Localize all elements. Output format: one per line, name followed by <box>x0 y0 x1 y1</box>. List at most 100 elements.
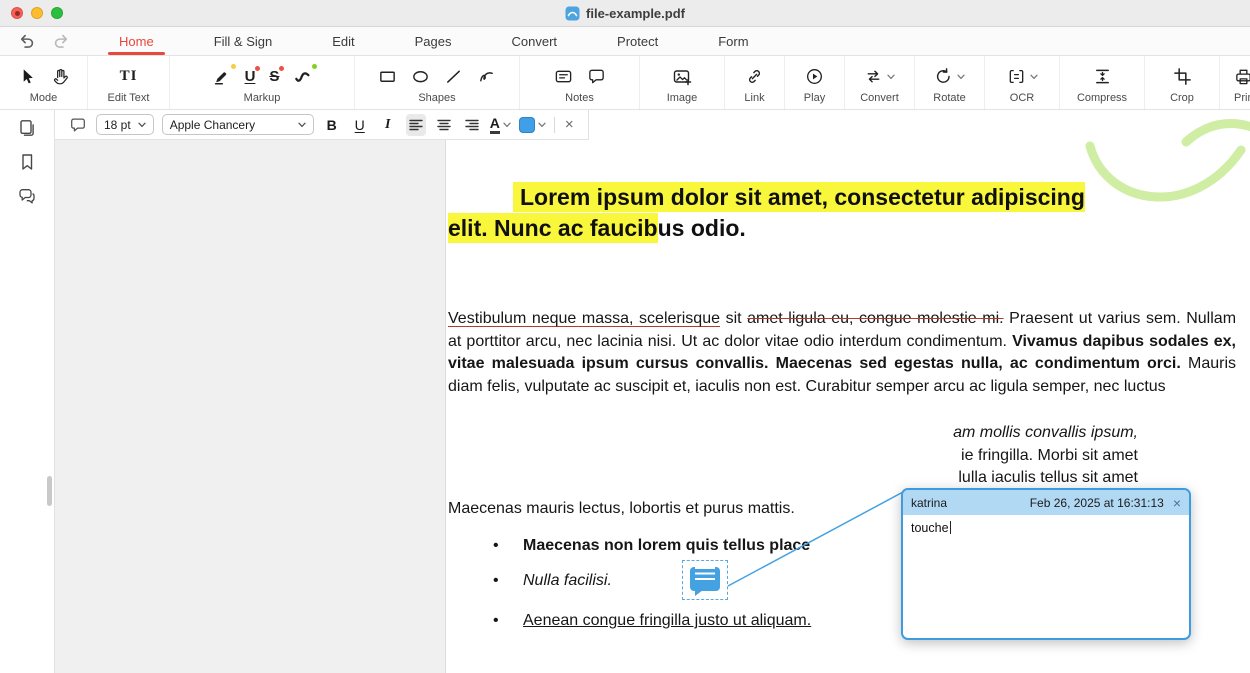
thumbnails-panel-button[interactable] <box>13 115 41 141</box>
strikethrough-markup-button[interactable]: S <box>269 69 279 84</box>
oval-shape-button[interactable] <box>411 67 430 86</box>
text-caret <box>950 521 952 534</box>
comment-text: touche <box>911 521 949 535</box>
italic-button[interactable]: I <box>378 114 398 136</box>
tab-form[interactable]: Form <box>715 27 751 55</box>
note-tool-button[interactable] <box>68 114 88 136</box>
group-label-markup: Markup <box>244 92 281 104</box>
tab-bar: Home Fill & Sign Edit Pages Convert Prot… <box>0 27 1250 56</box>
group-notes: Notes <box>520 56 640 109</box>
color-swatch <box>519 117 535 133</box>
fill-color-button[interactable] <box>519 117 546 133</box>
chevron-down-icon <box>957 74 965 80</box>
group-label-image: Image <box>667 92 698 104</box>
tab-protect[interactable]: Protect <box>614 27 661 55</box>
list-item: • Nulla facilisi. <box>448 572 612 590</box>
edit-text-button[interactable]: TI <box>120 69 138 84</box>
link-icon <box>745 67 764 86</box>
hand-mode-button[interactable] <box>51 67 70 86</box>
text-fragment: ie fringilla. Morbi sit amet <box>876 447 1138 465</box>
sidebar-resize-handle[interactable] <box>47 476 52 506</box>
strikethrough-annotated-text: amet ligula eu, congue molestie mi. <box>747 310 1003 327</box>
green-ink-annotation[interactable] <box>1078 118 1250 228</box>
align-left-button[interactable] <box>406 114 426 136</box>
underline-button[interactable]: U <box>350 114 370 136</box>
group-compress: Compress <box>1060 56 1145 109</box>
ribbon-tabs: Home Fill & Sign Edit Pages Convert Prot… <box>116 27 752 55</box>
window-title-text: file-example.pdf <box>586 6 685 21</box>
pdf-page: Lorem ipsum dolor sit amet, consectetur … <box>445 110 1250 673</box>
text-note-button[interactable] <box>554 67 573 86</box>
bold-button[interactable]: B <box>322 114 342 136</box>
compress-button[interactable] <box>1093 67 1112 86</box>
undo-button[interactable] <box>15 30 37 52</box>
chevron-down-icon <box>538 122 546 128</box>
group-label-notes: Notes <box>565 92 594 104</box>
group-label-mode: Mode <box>30 92 58 104</box>
group-markup: U S Markup <box>170 56 355 109</box>
comment-popup: katrina Feb 26, 2025 at 16:31:13 × touch… <box>901 488 1191 640</box>
history-buttons <box>15 27 72 55</box>
insert-link-button[interactable] <box>745 67 764 86</box>
comments-panel-button[interactable] <box>13 183 41 209</box>
tab-pages[interactable]: Pages <box>412 27 455 55</box>
zoom-window-button[interactable] <box>51 7 63 19</box>
pointer-mode-button[interactable] <box>18 67 37 86</box>
rotate-button[interactable] <box>934 67 965 86</box>
marker-swoosh-icon <box>293 67 312 86</box>
tab-home[interactable]: Home <box>116 27 157 55</box>
align-center-button[interactable] <box>434 114 454 136</box>
comment-author: katrina <box>911 496 947 510</box>
play-icon <box>805 67 824 86</box>
highlight-button[interactable] <box>212 67 231 86</box>
tab-edit[interactable]: Edit <box>329 27 357 55</box>
highlight-color-dot <box>231 64 236 69</box>
font-size-dropdown[interactable]: 18 pt <box>96 114 154 135</box>
minimize-window-button[interactable] <box>31 7 43 19</box>
note-annotation-selected[interactable] <box>682 560 728 600</box>
group-image: Image <box>640 56 725 109</box>
redo-icon <box>52 32 71 51</box>
underline-markup-button[interactable]: U <box>245 69 256 84</box>
content-area: Lorem ipsum dolor sit amet, consectetur … <box>0 110 1250 673</box>
comment-bubble-icon <box>69 116 87 134</box>
underline-color-dot <box>255 66 260 71</box>
convert-button[interactable] <box>864 67 895 86</box>
close-format-bar-button[interactable]: × <box>563 116 576 133</box>
comment-popup-header[interactable]: katrina Feb 26, 2025 at 16:31:13 × <box>903 490 1189 515</box>
chevron-down-icon <box>298 122 306 128</box>
bookmark-icon <box>17 152 37 172</box>
group-label-compress: Compress <box>1077 92 1127 104</box>
group-link: Link <box>725 56 785 109</box>
align-right-icon <box>464 117 480 133</box>
line-shape-button[interactable] <box>444 67 463 86</box>
comment-note-button[interactable] <box>587 67 606 86</box>
group-play: Play <box>785 56 845 109</box>
rectangle-shape-button[interactable] <box>378 67 397 86</box>
group-label-shapes: Shapes <box>418 92 455 104</box>
group-mode: Mode <box>0 56 88 109</box>
comment-text-area[interactable]: touche <box>903 515 1189 541</box>
print-button[interactable] <box>1234 67 1250 86</box>
bookmarks-panel-button[interactable] <box>13 149 41 175</box>
align-right-button[interactable] <box>462 114 482 136</box>
close-window-button[interactable] <box>11 7 23 19</box>
cursor-icon <box>18 67 37 86</box>
ocr-button[interactable] <box>1007 67 1038 86</box>
redo-button[interactable] <box>50 30 72 52</box>
pdf-file-icon <box>565 6 580 21</box>
font-family-dropdown[interactable]: Apple Chancery <box>162 114 314 135</box>
tab-convert[interactable]: Convert <box>509 27 561 55</box>
text-color-button[interactable]: A <box>490 116 511 134</box>
align-center-icon <box>436 117 452 133</box>
tab-fill-sign[interactable]: Fill & Sign <box>211 27 276 55</box>
ocr-icon <box>1007 67 1026 86</box>
crop-button[interactable] <box>1173 67 1192 86</box>
underlined-annotated-text: Vestibulum neque massa, scelerisque <box>448 310 720 327</box>
document-canvas: Lorem ipsum dolor sit amet, consectetur … <box>55 110 1250 673</box>
insert-image-button[interactable] <box>672 67 692 87</box>
draw-marker-button[interactable] <box>293 67 312 86</box>
pencil-scribble-button[interactable] <box>477 67 496 86</box>
play-media-button[interactable] <box>805 67 824 86</box>
comment-close-button[interactable]: × <box>1173 495 1181 511</box>
